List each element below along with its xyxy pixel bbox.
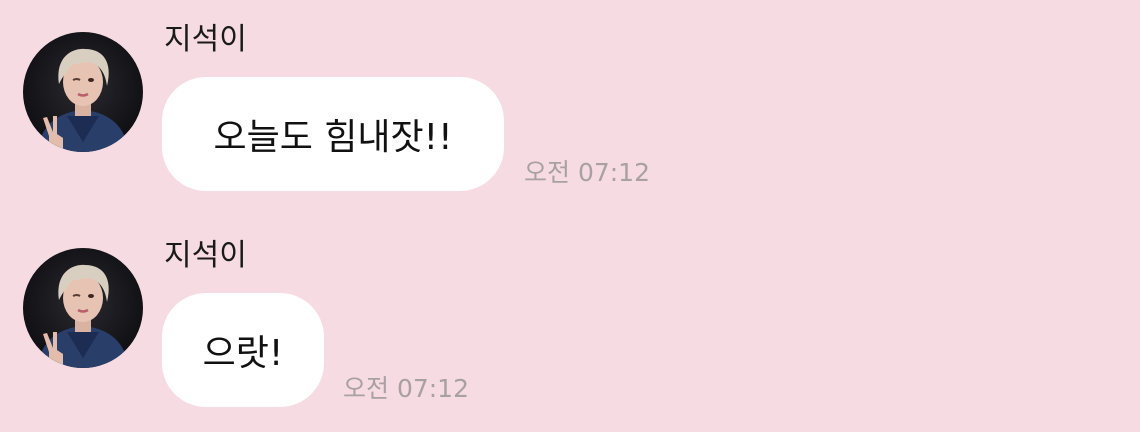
message-timestamp: 오전 07:12 bbox=[343, 374, 469, 403]
message-bubble[interactable]: 오늘도 힘내잣!! bbox=[162, 77, 504, 191]
message-timestamp: 오전 07:12 bbox=[524, 158, 650, 187]
chat-message: 지석이 오늘도 힘내잣!! 오전 07:12 bbox=[0, 0, 1140, 216]
profile-photo-icon[interactable] bbox=[23, 32, 143, 152]
chat-message: 지석이 으랏! 오전 07:12 bbox=[0, 216, 1140, 432]
sender-name: 지석이 bbox=[164, 238, 247, 273]
message-bubble[interactable]: 으랏! bbox=[162, 293, 324, 407]
sender-name: 지석이 bbox=[164, 22, 247, 57]
profile-photo-icon[interactable] bbox=[23, 248, 143, 368]
